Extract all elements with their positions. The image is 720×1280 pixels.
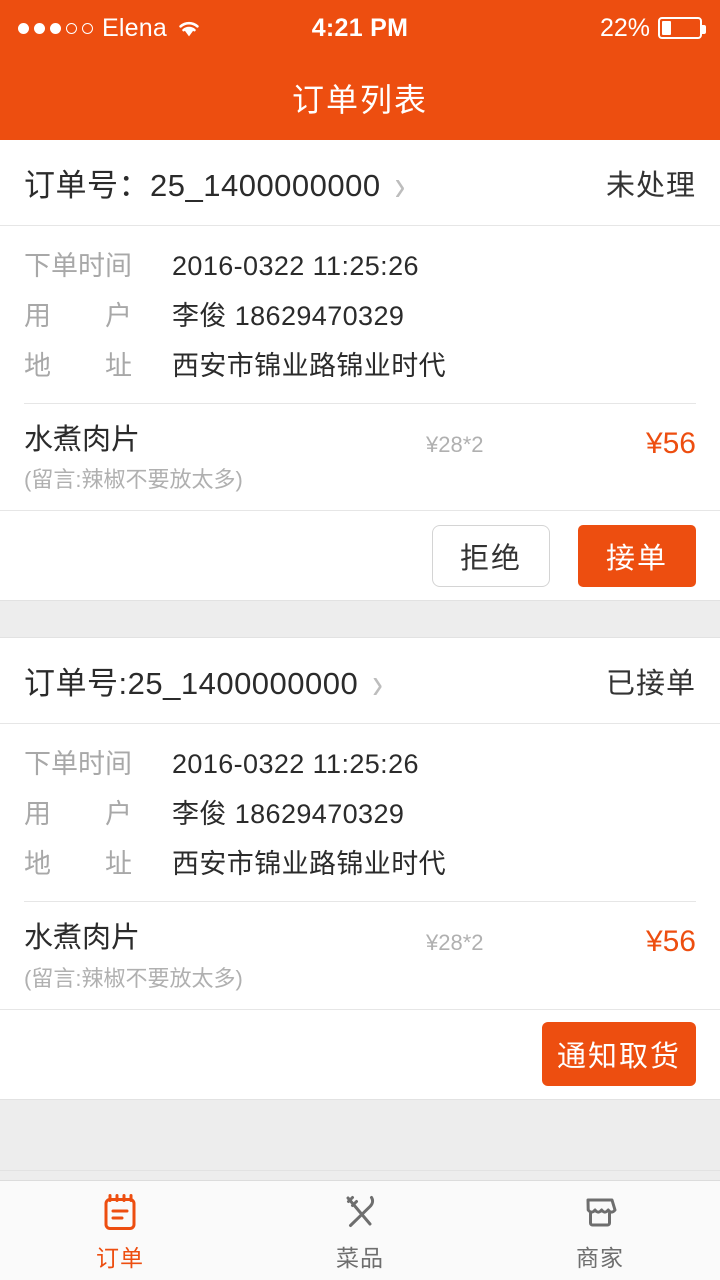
signal-strength-dots	[18, 22, 93, 34]
order-meta: 下单时间 2016-0322 11:25:26 用 户 李俊 186294703…	[0, 724, 720, 901]
chevron-right-icon[interactable]: ›	[395, 163, 406, 206]
meta-label: 下单时间	[24, 749, 132, 780]
cutlery-icon	[337, 1189, 383, 1235]
accept-button[interactable]: 接单	[578, 524, 696, 587]
meta-label: 地 址	[24, 849, 132, 880]
notepad-icon	[97, 1189, 143, 1235]
reject-button[interactable]: 拒绝	[432, 524, 550, 587]
order-number-group[interactable]: 订单号： 25_1400000000 ›	[24, 160, 406, 206]
status-bar-left: Elena	[18, 14, 202, 43]
dish-name: 水煮肉片	[24, 424, 141, 456]
meta-value: 2016-0322 11:25:26	[172, 749, 419, 780]
tab-dishes[interactable]: 菜品	[240, 1181, 480, 1280]
card-separator	[0, 600, 720, 639]
meta-value: 李俊 18629470329	[172, 799, 405, 830]
meta-row-order-time: 下单时间 2016-0322 11:25:26	[24, 742, 696, 781]
app-screen: Elena 4:21 PM 22% 订单列表 订单号： 25_1400000000	[0, 0, 720, 1280]
dish-total-price: ¥56	[645, 427, 696, 460]
signal-dot-4	[66, 22, 77, 34]
tab-orders[interactable]: 订单	[0, 1181, 240, 1280]
page-title: 订单列表	[291, 82, 428, 118]
meta-row-customer: 用 户 李俊 18629470329	[24, 792, 696, 831]
meta-label: 用 户	[24, 799, 132, 830]
status-badge: 未处理	[605, 169, 696, 202]
order-card: 订单号： 25_1400000000 › 未处理 下单时间 2016-0322 1…	[0, 140, 720, 601]
meta-value: 西安市锦业路锦业时代	[172, 351, 446, 381]
tab-label-orders: 订单	[96, 1244, 144, 1271]
dish-note: (留言:辣椒不要放太多)	[24, 965, 243, 991]
signal-dot-5	[82, 22, 93, 34]
list-bottom-spacer	[0, 1098, 720, 1171]
meta-label: 用 户	[24, 301, 132, 331]
meta-value: 2016-0322 11:25:26	[172, 251, 419, 281]
status-bar-right: 22%	[599, 13, 706, 43]
signal-dot-3	[50, 22, 61, 34]
order-actions: 拒绝 接单	[0, 510, 720, 600]
dish-note: (留言:辣椒不要放太多)	[24, 467, 243, 493]
carrier-name: Elena	[102, 13, 167, 42]
notify-pickup-button[interactable]: 通知取货	[542, 1022, 696, 1086]
order-card: 订单号: 25_1400000000 › 已接单 下单时间 2016-0322 1…	[0, 638, 720, 1099]
tab-merchant[interactable]: 商家	[480, 1181, 720, 1280]
tab-label-dishes: 菜品	[336, 1244, 384, 1271]
order-item-row: 水煮肉片 (留言:辣椒不要放太多) ¥28*2 ¥56	[24, 404, 696, 510]
meta-row-address: 地 址 西安市锦业路锦业时代	[24, 842, 696, 881]
battery-icon	[658, 17, 706, 39]
order-actions: 通知取货	[0, 1008, 720, 1099]
meta-label: 下单时间	[24, 251, 132, 281]
order-items: 水煮肉片 (留言:辣椒不要放太多) ¥28*2 ¥56	[24, 403, 696, 510]
order-number-label: 订单号：	[24, 168, 150, 203]
order-item-row: 水煮肉片 (留言:辣椒不要放太多) ¥28*2 ¥56	[24, 902, 696, 1008]
status-bar: Elena 4:21 PM 22%	[0, 0, 720, 56]
order-items: 水煮肉片 (留言:辣椒不要放太多) ¥28*2 ¥56	[24, 901, 696, 1008]
meta-row-address: 地 址 西安市锦业路锦业时代	[24, 344, 696, 383]
dish-unit-price: ¥28*2	[426, 432, 484, 457]
order-header-row[interactable]: 订单号: 25_1400000000 › 已接单	[0, 638, 720, 725]
meta-row-order-time: 下单时间 2016-0322 11:25:26	[24, 244, 696, 283]
order-item-info: 水煮肉片 (留言:辣椒不要放太多)	[24, 920, 426, 992]
meta-value: 李俊 18629470329	[172, 301, 405, 331]
nav-bar: 订单列表	[0, 56, 720, 140]
order-number-value: 25_1400000000	[127, 666, 359, 702]
status-badge: 已接单	[605, 667, 696, 700]
chevron-right-icon[interactable]: ›	[372, 662, 383, 705]
meta-row-customer: 用 户 李俊 18629470329	[24, 294, 696, 333]
tab-label-merchant: 商家	[576, 1244, 624, 1271]
order-number-label: 订单号:	[24, 666, 128, 702]
order-list[interactable]: 订单号： 25_1400000000 › 未处理 下单时间 2016-0322 1…	[0, 140, 720, 1180]
signal-dot-2	[34, 22, 45, 34]
dish-name: 水煮肉片	[24, 922, 141, 955]
order-header-row[interactable]: 订单号： 25_1400000000 › 未处理	[0, 140, 720, 226]
order-meta: 下单时间 2016-0322 11:25:26 用 户 李俊 186294703…	[0, 226, 720, 403]
dish-unit-price: ¥28*2	[426, 930, 484, 956]
meta-label: 地 址	[24, 351, 132, 381]
signal-dot-1	[18, 22, 29, 34]
order-number-group[interactable]: 订单号: 25_1400000000 ›	[24, 658, 383, 705]
tab-bar: 订单 菜品 商家	[0, 1180, 720, 1280]
meta-value: 西安市锦业路锦业时代	[172, 849, 446, 880]
battery-percent-label: 22%	[599, 13, 650, 42]
dish-total-price: ¥56	[645, 925, 696, 959]
shop-icon	[577, 1189, 623, 1235]
order-item-info: 水煮肉片 (留言:辣椒不要放太多)	[24, 422, 426, 494]
wifi-icon	[176, 18, 202, 38]
order-number-value: 25_1400000000	[150, 168, 381, 203]
